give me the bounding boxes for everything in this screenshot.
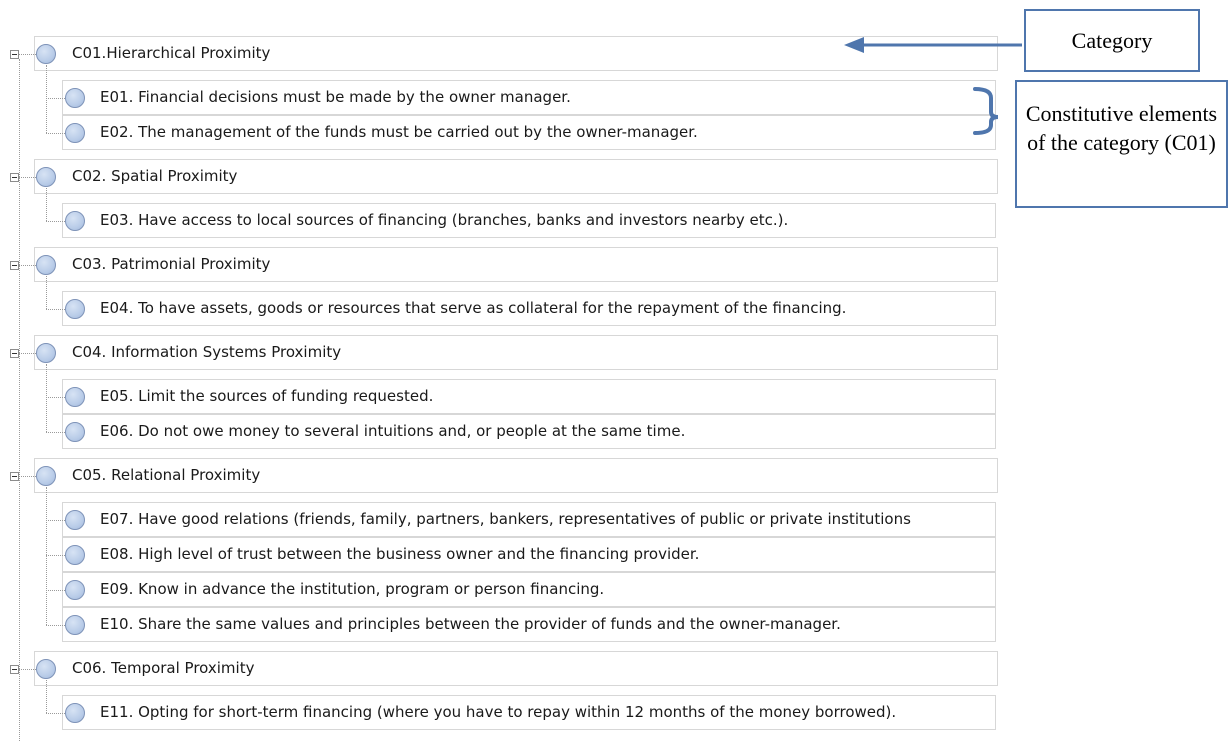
- element-node-icon: [65, 580, 85, 600]
- category-node-icon: [36, 466, 56, 486]
- collapse-toggle-icon[interactable]: [10, 472, 19, 481]
- element-node-icon: [65, 299, 85, 319]
- tree-connector: [19, 177, 36, 178]
- element-label: E03. Have access to local sources of fin…: [100, 203, 992, 238]
- tree-connector: [46, 555, 65, 556]
- tree-connector: [46, 309, 65, 310]
- tree-connector: [46, 680, 47, 713]
- category-callout: Category: [1024, 9, 1200, 72]
- category-node-icon: [36, 343, 56, 363]
- category-label: C05. Relational Proximity: [72, 458, 992, 493]
- element-node-icon: [65, 510, 85, 530]
- category-callout-text: Category: [1072, 28, 1153, 53]
- collapse-toggle-icon[interactable]: [10, 173, 19, 182]
- tree-connector: [46, 432, 65, 433]
- category-label: C06. Temporal Proximity: [72, 651, 992, 686]
- category-node-icon: [36, 659, 56, 679]
- tree-trunk: [19, 59, 20, 741]
- tree-connector: [46, 188, 47, 221]
- tree-connector: [46, 397, 65, 398]
- elements-callout: Constitutive elements of the category (C…: [1015, 80, 1228, 208]
- tree-connector: [19, 476, 36, 477]
- tree-connector: [46, 65, 47, 133]
- category-label: C04. Information Systems Proximity: [72, 335, 992, 370]
- collapse-toggle-icon[interactable]: [10, 665, 19, 674]
- element-node-icon: [65, 615, 85, 635]
- element-label: E10. Share the same values and principle…: [100, 607, 992, 642]
- tree-connector: [19, 353, 36, 354]
- category-label: C03. Patrimonial Proximity: [72, 247, 992, 282]
- tree-connector: [46, 221, 65, 222]
- collapse-toggle-icon[interactable]: [10, 261, 19, 270]
- element-node-icon: [65, 88, 85, 108]
- element-node-icon: [65, 211, 85, 231]
- category-label: C01.Hierarchical Proximity: [72, 36, 992, 71]
- element-label: E07. Have good relations (friends, famil…: [100, 502, 992, 537]
- tree-connector: [46, 625, 65, 626]
- tree-connector: [46, 590, 65, 591]
- element-label: E05. Limit the sources of funding reques…: [100, 379, 992, 414]
- element-node-icon: [65, 703, 85, 723]
- tree-connector: [19, 265, 36, 266]
- tree-connector: [46, 487, 47, 625]
- element-label: E08. High level of trust between the bus…: [100, 537, 992, 572]
- tree-connector: [46, 520, 65, 521]
- element-label: E06. Do not owe money to several intuiti…: [100, 414, 992, 449]
- element-label: E02. The management of the funds must be…: [100, 115, 992, 150]
- collapse-toggle-icon[interactable]: [10, 50, 19, 59]
- category-node-icon: [36, 167, 56, 187]
- element-node-icon: [65, 545, 85, 565]
- element-label: E01. Financial decisions must be made by…: [100, 80, 992, 115]
- category-label: C02. Spatial Proximity: [72, 159, 992, 194]
- tree-connector: [46, 364, 47, 432]
- elements-callout-text: Constitutive elements of the category (C…: [1026, 101, 1217, 155]
- tree-connector: [46, 713, 65, 714]
- category-tree: C01.Hierarchical Proximity E01. Financial…: [0, 0, 1000, 736]
- element-node-icon: [65, 422, 85, 442]
- element-label: E04. To have assets, goods or resources …: [100, 291, 992, 326]
- tree-connector: [46, 98, 65, 99]
- tree-connector: [19, 669, 36, 670]
- tree-connector: [46, 133, 65, 134]
- element-node-icon: [65, 123, 85, 143]
- tree-connector: [19, 54, 36, 55]
- element-node-icon: [65, 387, 85, 407]
- category-node-icon: [36, 44, 56, 64]
- element-label: E11. Opting for short-term financing (wh…: [100, 695, 992, 730]
- category-node-icon: [36, 255, 56, 275]
- collapse-toggle-icon[interactable]: [10, 349, 19, 358]
- element-label: E09. Know in advance the institution, pr…: [100, 572, 992, 607]
- tree-connector: [46, 276, 47, 309]
